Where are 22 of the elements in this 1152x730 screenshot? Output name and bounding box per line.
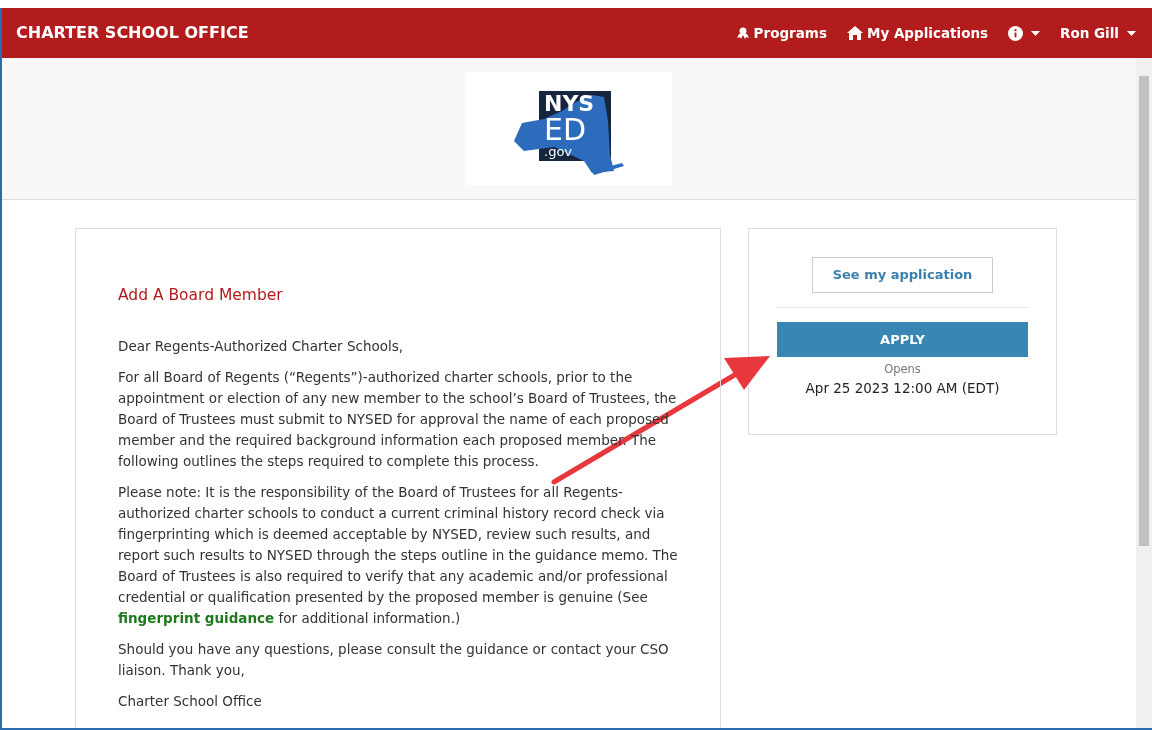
award-icon [735, 26, 750, 40]
logo-text: ED [544, 115, 588, 145]
opens-label: Opens [884, 361, 921, 378]
page-heading: Add A Board Member [118, 285, 284, 306]
see-application-button[interactable]: See my application [811, 257, 994, 293]
logo-text: NYS [544, 93, 595, 115]
opens-date: Apr 25 2023 12:00 AM (EDT) [805, 379, 1000, 399]
nav-link[interactable]: Ron Gill [1060, 22, 1136, 44]
apply-button[interactable]: APPLY [777, 322, 1028, 357]
body-paragraph: Please note: It is the responsibility of the Board of Trustees for all Regents-authorized charter schools to conduct a current criminal history record check via fingerprinting which is deemed acceptable by NYSED, review such results, and report such results to NYSED through the steps outline in the guidance memo. The Board of Trustees is also required to verify that any academic and/or professional credential or qualification presented by the proposed member is genuine (See fingerprint guidance for additional information.) [118, 483, 679, 628]
nav-link[interactable]: Programs [735, 22, 827, 44]
brand-title[interactable]: CHARTER SCHOOL OFFICE [16, 21, 249, 45]
info-icon [1008, 25, 1024, 41]
nav-link[interactable]: My Applications [846, 22, 989, 44]
guidance-link[interactable]: fingerprint guidance [118, 610, 275, 626]
home-icon [846, 26, 863, 40]
greeting-text: Dear Regents-Authorized Charter Schools, [118, 337, 405, 356]
scrollbar-thumb[interactable] [1139, 76, 1149, 546]
body-paragraph: Should you have any questions, please consult the guidance or contact your CSO liaison. Thank you, [118, 640, 670, 680]
logo-text: .gov [544, 145, 574, 158]
signature-text: Charter School Office [118, 692, 263, 711]
nav-link[interactable] [1008, 25, 1041, 41]
